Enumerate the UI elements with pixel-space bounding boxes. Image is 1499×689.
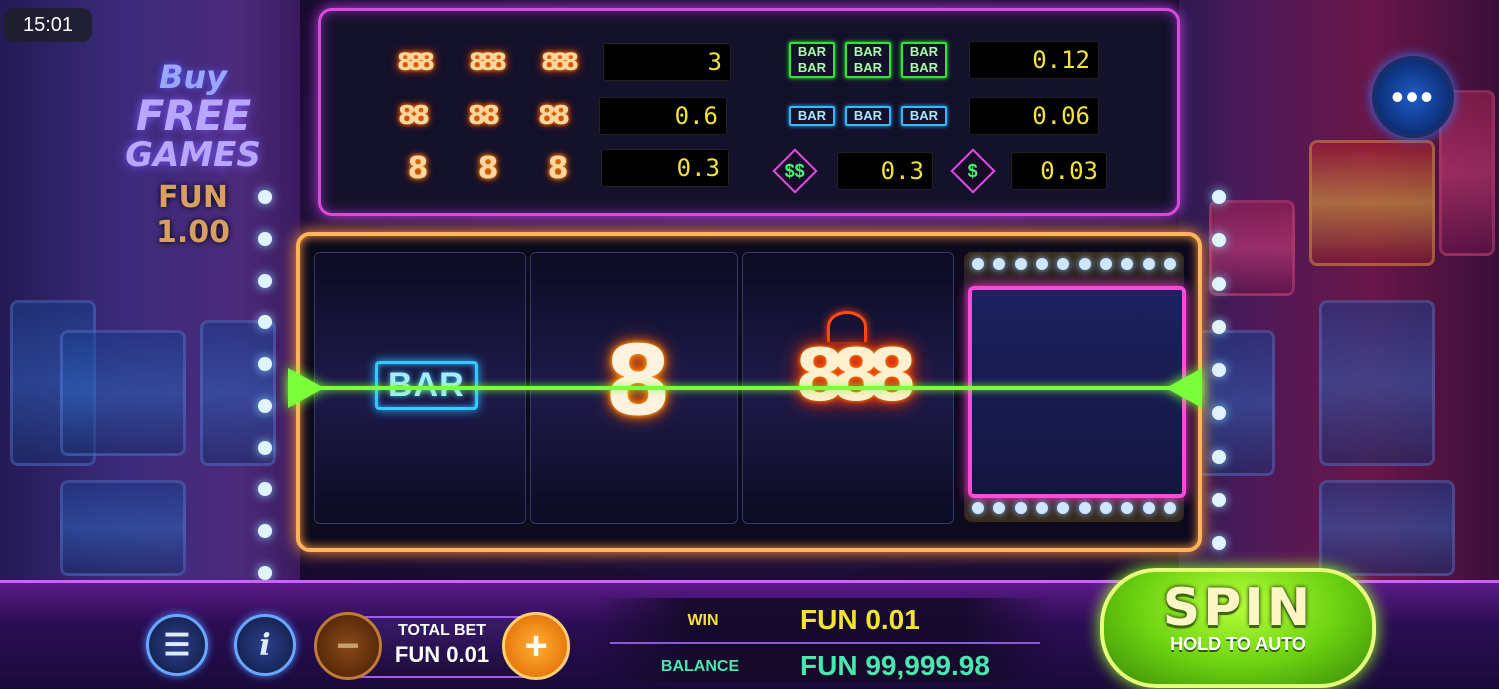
clock: 15:01 <box>4 8 92 42</box>
light-strip-right <box>1212 190 1226 550</box>
symbol-bar: BAR <box>901 106 947 126</box>
payout-value: 0.03 <box>1011 152 1107 190</box>
reels-frame: BAR 8 888 <box>296 232 1202 552</box>
hold-to-auto-label: HOLD TO AUTO <box>1170 634 1306 654</box>
buy-free-games-button[interactable]: Buy FREE GAMES FUN 1.00 <box>118 58 268 258</box>
bonus-window <box>968 286 1186 498</box>
balance-label: BALANCE <box>660 658 740 675</box>
info-icon: i <box>259 627 271 663</box>
plus-icon: + <box>524 623 548 668</box>
spin-label: SPIN <box>1162 578 1314 638</box>
payout-value: 0.12 <box>969 41 1099 79</box>
symbol-double-bar: BAR BAR <box>845 42 891 78</box>
paytable-row-88: 88 88 88 0.6 <box>377 97 727 135</box>
symbol-8: 8 <box>407 150 429 186</box>
symbol-8: 8 <box>547 150 569 186</box>
total-bet-label: TOTAL BET <box>398 622 486 639</box>
more-options-button[interactable]: ••• <box>1372 56 1454 138</box>
paytable: 888 888 888 3 88 88 88 0.6 8 8 8 0.3 BAR… <box>318 8 1180 216</box>
win-balance-divider <box>610 642 1040 644</box>
symbol-88: 88 <box>397 101 430 131</box>
payout-value: 3 <box>603 43 731 81</box>
background-machine <box>60 330 186 456</box>
paytable-row-888: 888 888 888 3 <box>377 43 731 81</box>
background-machine <box>1319 300 1435 466</box>
payout-value: 0.3 <box>601 149 729 187</box>
symbol-bar: BAR <box>789 106 835 126</box>
buy-price: FUN 1.00 <box>155 180 231 250</box>
increase-bet-button[interactable]: + <box>502 612 570 680</box>
bonus-lights-bottom <box>972 498 1176 518</box>
dollar-single-icon: $ <box>947 148 999 194</box>
win-label: WIN <box>687 612 719 629</box>
free-label: FREE <box>135 91 251 140</box>
paytable-row-8: 8 8 8 0.3 <box>383 149 729 187</box>
spin-button[interactable]: SPIN HOLD TO AUTO <box>1100 568 1376 688</box>
symbol-bar: BAR <box>845 106 891 126</box>
symbol-8: 8 <box>477 150 499 186</box>
symbol-888: 888 <box>396 48 435 76</box>
paytable-row-double-bar: BAR BAR BAR BAR BAR BAR 0.12 <box>789 41 1099 79</box>
menu-button[interactable]: ☰ <box>146 614 208 676</box>
reel-symbol-8: 8 <box>604 325 672 437</box>
symbol-888: 888 <box>468 48 507 76</box>
total-bet-value: FUN 0.01 <box>394 642 490 667</box>
decrease-bet-button[interactable]: − <box>314 612 382 680</box>
symbol-888: 888 <box>540 48 579 76</box>
win-value: FUN 0.01 <box>800 604 920 635</box>
paytable-row-bar: BAR BAR BAR 0.06 <box>789 97 1099 135</box>
dollar-double-icon: $$ <box>769 148 821 194</box>
hamburger-icon: ☰ <box>163 628 191 662</box>
games-label: GAMES <box>125 135 261 175</box>
bonus-lights-top <box>972 254 1176 274</box>
light-strip-left <box>258 190 272 580</box>
reel-symbol-888: 888 <box>794 333 917 417</box>
payout-value: 0.3 <box>837 152 933 190</box>
symbol-88: 88 <box>537 101 570 131</box>
balance-value: FUN 99,999.98 <box>800 650 990 681</box>
payline <box>290 386 1202 390</box>
payline-arrow-right-icon <box>1166 368 1202 408</box>
minus-icon: − <box>336 623 360 668</box>
background-machine <box>1309 140 1435 266</box>
info-button[interactable]: i <box>234 614 296 676</box>
background-machine <box>60 480 186 576</box>
ellipsis-icon: ••• <box>1391 76 1435 117</box>
symbol-88: 88 <box>467 101 500 131</box>
payline-arrow-left-icon <box>288 368 324 408</box>
symbol-double-bar: BAR BAR <box>901 42 947 78</box>
payout-value: 0.6 <box>599 97 727 135</box>
payout-value: 0.06 <box>969 97 1099 135</box>
background-machine <box>1319 480 1455 576</box>
paytable-row-dollar: $$ 0.3 $ 0.03 <box>769 148 1107 194</box>
symbol-double-bar: BAR BAR <box>789 42 835 78</box>
